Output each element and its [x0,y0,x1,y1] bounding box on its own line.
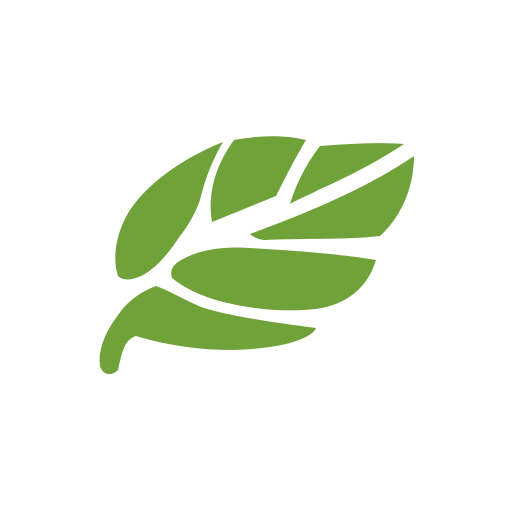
leaf-segments [99,136,414,375]
leaf-lobe-middle [171,247,376,311]
leaf-icon [99,136,414,375]
leaf-lobe-top-middle [210,136,306,222]
app-icon-canvas [0,0,512,512]
